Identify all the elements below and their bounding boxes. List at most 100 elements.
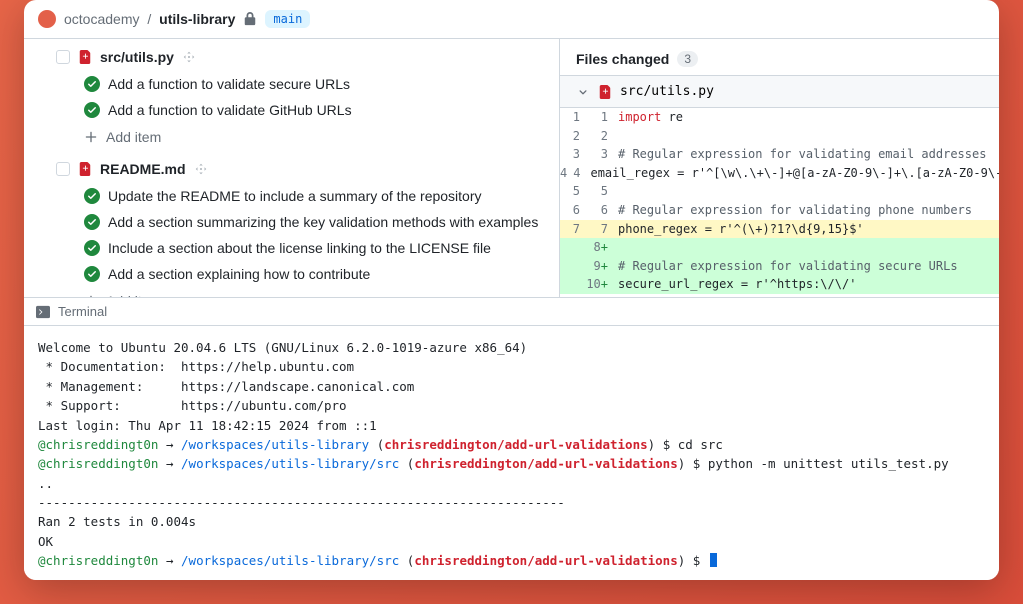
- drag-handle-icon[interactable]: [194, 162, 208, 176]
- terminal-line: @chrisreddingt0n → /workspaces/utils-lib…: [38, 454, 985, 473]
- task-file-name: src/utils.py: [100, 49, 174, 65]
- breadcrumb[interactable]: octocademy / utils-library: [64, 11, 235, 27]
- main-area: src/utils.py Add a function to validate s…: [24, 39, 999, 297]
- line-number-old: 2: [560, 127, 586, 146]
- diff-text: phone_regex = r'^(\+)?1?\d{9,15}$': [618, 220, 864, 239]
- terminal-title[interactable]: Terminal: [58, 304, 107, 319]
- line-number-new: 2: [586, 127, 618, 146]
- line-number-old: 5: [560, 182, 586, 201]
- org-name[interactable]: octocademy: [64, 11, 139, 27]
- files-changed-header: Files changed 3: [560, 39, 999, 75]
- diff-line: 8+: [560, 238, 999, 257]
- add-item-button[interactable]: Add item: [84, 287, 559, 297]
- terminal-line: Welcome to Ubuntu 20.04.6 LTS (GNU/Linux…: [38, 338, 985, 357]
- task-pane: src/utils.py Add a function to validate s…: [24, 39, 559, 297]
- line-number-old: [560, 275, 586, 294]
- line-number-old: 3: [560, 145, 586, 164]
- terminal-line: * Support: https://ubuntu.com/pro: [38, 396, 985, 415]
- task-item[interactable]: Add a section explaining how to contribu…: [84, 261, 559, 287]
- task-file-group: src/utils.py Add a function to validate s…: [24, 45, 559, 147]
- terminal-line: * Management: https://landscape.canonica…: [38, 377, 985, 396]
- diff-code: 11import re2233# Regular expression for …: [560, 108, 999, 294]
- task-item-label: Add a section explaining how to contribu…: [108, 266, 370, 282]
- terminal-body[interactable]: Welcome to Ubuntu 20.04.6 LTS (GNU/Linux…: [24, 326, 999, 580]
- line-number-old: 6: [560, 201, 586, 220]
- file-checkbox[interactable]: [56, 50, 70, 64]
- lock-icon: [243, 12, 257, 26]
- line-number-new: 6: [586, 201, 618, 220]
- task-item[interactable]: Add a section summarizing the key valida…: [84, 209, 559, 235]
- line-number-new: 3: [586, 145, 618, 164]
- line-number-new: 5: [586, 182, 618, 201]
- files-changed-count: 3: [677, 51, 698, 67]
- files-changed-pane: Files changed 3 src/utils.py 11import re…: [559, 39, 999, 297]
- task-item[interactable]: Add a function to validate secure URLs: [84, 71, 559, 97]
- file-diff-icon: [598, 85, 612, 99]
- chevron-down-icon[interactable]: [576, 85, 590, 99]
- line-number-new: 10+: [586, 275, 618, 294]
- task-item[interactable]: Include a section about the license link…: [84, 235, 559, 261]
- task-item[interactable]: Add a function to validate GitHub URLs: [84, 97, 559, 123]
- repo-name[interactable]: utils-library: [159, 11, 235, 27]
- task-file-name: README.md: [100, 161, 186, 177]
- line-number-old: 7: [560, 220, 586, 239]
- diff-text: import re: [618, 108, 683, 127]
- file-checkbox[interactable]: [56, 162, 70, 176]
- line-number-new: 9+: [586, 257, 618, 276]
- terminal-icon: [36, 305, 50, 319]
- file-diff-icon: [78, 50, 92, 64]
- diff-text: # Regular expression for validating secu…: [618, 257, 958, 276]
- diff-file-name: src/utils.py: [620, 84, 714, 99]
- drag-handle-icon[interactable]: [182, 50, 196, 64]
- diff-line: 66# Regular expression for validating ph…: [560, 201, 999, 220]
- task-item-label: Add a function to validate GitHub URLs: [108, 102, 352, 118]
- diff-text: secure_url_regex = r'^https:\/\/': [618, 275, 856, 294]
- line-number-old: [560, 238, 586, 257]
- task-item-label: Add a function to validate secure URLs: [108, 76, 350, 92]
- diff-line: 55: [560, 182, 999, 201]
- files-changed-title: Files changed: [576, 51, 669, 67]
- diff-text: # Regular expression for validating emai…: [618, 145, 986, 164]
- line-number-old: 1: [560, 108, 586, 127]
- line-number-new: 8+: [586, 238, 618, 257]
- line-number-old: [560, 257, 586, 276]
- task-file-header[interactable]: src/utils.py: [84, 45, 559, 71]
- diff-line: 77phone_regex = r'^(\+)?1?\d{9,15}$': [560, 220, 999, 239]
- terminal-line: @chrisreddingt0n → /workspaces/utils-lib…: [38, 435, 985, 454]
- diff-line: 11import re: [560, 108, 999, 127]
- branch-badge[interactable]: main: [265, 10, 310, 28]
- diff-line: 33# Regular expression for validating em…: [560, 145, 999, 164]
- file-diff-icon: [78, 162, 92, 176]
- terminal-line: OK: [38, 532, 985, 551]
- breadcrumb-separator: /: [147, 11, 151, 27]
- diff-text: email_regex = r'^[\w\.\+\-]+@[a-zA-Z0-9\…: [590, 164, 999, 183]
- add-item-label: Add item: [106, 129, 161, 145]
- terminal-line: ..: [38, 474, 985, 493]
- diff-file-row[interactable]: src/utils.py: [560, 75, 999, 108]
- line-number-old: 4: [560, 164, 573, 183]
- terminal-line: * Documentation: https://help.ubuntu.com: [38, 357, 985, 376]
- plus-icon: [84, 130, 98, 144]
- diff-line: 22: [560, 127, 999, 146]
- avatar[interactable]: [38, 10, 56, 28]
- terminal-line: Ran 2 tests in 0.004s: [38, 512, 985, 531]
- diff-line: 9+# Regular expression for validating se…: [560, 257, 999, 276]
- task-file-header[interactable]: README.md: [84, 157, 559, 183]
- task-item[interactable]: Update the README to include a summary o…: [84, 183, 559, 209]
- terminal-cursor: [710, 553, 717, 567]
- repo-header: octocademy / utils-library main: [24, 0, 999, 39]
- task-item-label: Include a section about the license link…: [108, 240, 491, 256]
- app-window: octocademy / utils-library main src/util…: [24, 0, 999, 580]
- terminal-tab-bar: Terminal: [24, 297, 999, 326]
- line-number-new: 7: [586, 220, 618, 239]
- line-number-new: 1: [586, 108, 618, 127]
- task-file-group: README.md Update the README to include a …: [24, 157, 559, 297]
- diff-line: 10+secure_url_regex = r'^https:\/\/': [560, 275, 999, 294]
- line-number-new: 4: [573, 164, 590, 183]
- add-item-button[interactable]: Add item: [84, 123, 559, 147]
- terminal-line: @chrisreddingt0n → /workspaces/utils-lib…: [38, 551, 985, 570]
- task-item-label: Add a section summarizing the key valida…: [108, 214, 538, 230]
- terminal-line: ----------------------------------------…: [38, 493, 985, 512]
- diff-text: # Regular expression for validating phon…: [618, 201, 972, 220]
- task-item-label: Update the README to include a summary o…: [108, 188, 482, 204]
